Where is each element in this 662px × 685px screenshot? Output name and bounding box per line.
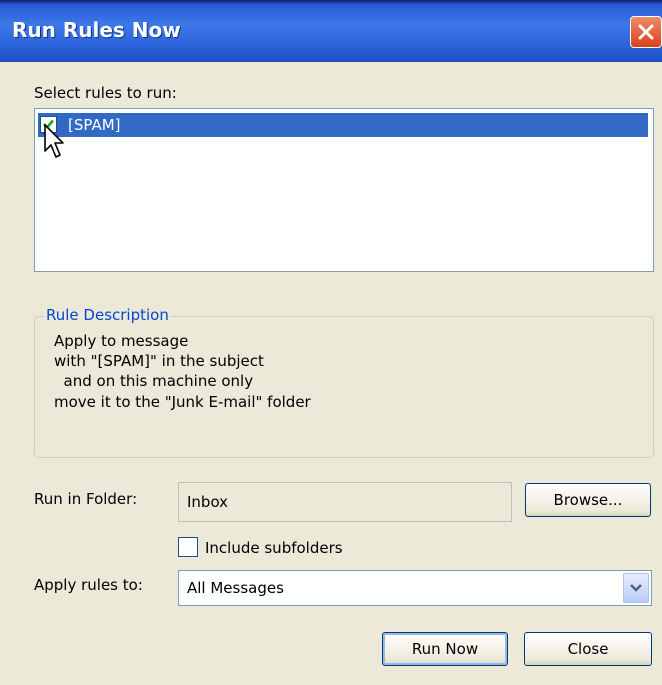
run-now-button[interactable]: Run Now bbox=[382, 632, 508, 666]
apply-rules-value: All Messages bbox=[187, 579, 284, 597]
chevron-down-icon bbox=[630, 584, 642, 592]
browse-button[interactable]: Browse... bbox=[525, 483, 651, 517]
description-line: move it to the "Junk E-mail" folder bbox=[54, 393, 311, 411]
description-line: and on this machine only bbox=[54, 372, 254, 390]
apply-rules-select[interactable]: All Messages bbox=[178, 570, 652, 606]
rules-label: Select rules to run: bbox=[34, 84, 177, 102]
rules-list[interactable]: [SPAM] bbox=[34, 108, 654, 272]
apply-rules-label: Apply rules to: bbox=[34, 576, 143, 594]
mouse-pointer-icon bbox=[44, 124, 64, 158]
close-button[interactable]: Close bbox=[524, 632, 652, 666]
close-icon bbox=[638, 24, 654, 40]
close-window-button[interactable] bbox=[630, 16, 662, 48]
rule-label: [SPAM] bbox=[68, 116, 121, 134]
description-line: with "[SPAM]" in the subject bbox=[54, 352, 264, 370]
description-line: Apply to message bbox=[54, 332, 189, 350]
run-in-folder-label: Run in Folder: bbox=[34, 490, 138, 508]
include-subfolders-label[interactable]: Include subfolders bbox=[205, 539, 343, 557]
include-subfolders-checkbox[interactable] bbox=[178, 537, 198, 557]
rule-description-title: Rule Description bbox=[44, 306, 171, 324]
folder-field: Inbox bbox=[178, 482, 512, 522]
window-title: Run Rules Now bbox=[12, 18, 181, 42]
title-bar[interactable]: Run Rules Now bbox=[0, 0, 662, 62]
folder-value: Inbox bbox=[187, 493, 229, 511]
rule-item-spam[interactable]: [SPAM] bbox=[38, 113, 648, 137]
dropdown-button[interactable] bbox=[623, 573, 649, 603]
